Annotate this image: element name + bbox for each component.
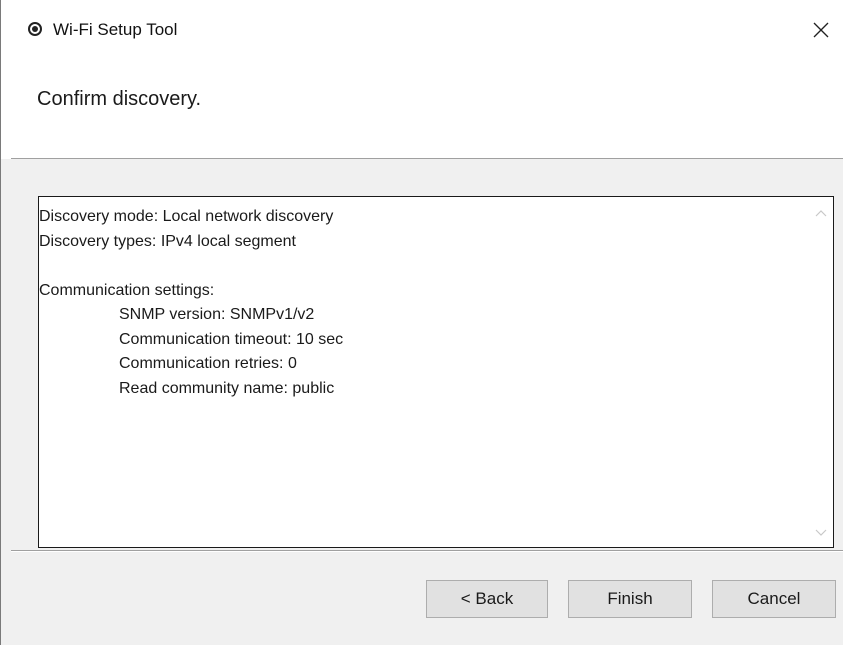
summary-lines: Discovery mode: Local network discovery D…	[39, 205, 809, 401]
finish-button[interactable]: Finish	[568, 580, 692, 618]
vertical-scrollbar[interactable]	[809, 197, 833, 547]
window-title: Wi-Fi Setup Tool	[53, 20, 178, 39]
back-button[interactable]: < Back	[426, 580, 548, 618]
summary-blank-line	[39, 254, 809, 279]
summary-line: Communication timeout: 10 sec	[119, 330, 344, 348]
summary-line: Communication retries: 0	[119, 355, 297, 372]
scroll-down-button[interactable]	[809, 523, 833, 543]
chevron-up-icon	[815, 210, 827, 217]
footer-divider-highlight	[11, 551, 843, 552]
discovery-summary-textbox[interactable]: Discovery mode: Local network discovery D…	[38, 196, 834, 548]
close-icon	[813, 22, 829, 38]
app-icon	[28, 22, 42, 36]
summary-line: Discovery mode: Local network discovery	[39, 208, 334, 225]
title-bar: Wi-Fi Setup Tool	[1, 0, 843, 64]
close-button[interactable]	[799, 10, 843, 50]
summary-line: Discovery types: IPv4 local segment	[39, 232, 296, 250]
cancel-button[interactable]: Cancel	[712, 580, 836, 618]
summary-line: Communication settings:	[39, 281, 215, 299]
wifi-setup-dialog: Wi-Fi Setup Tool Confirm discovery. Disc…	[0, 0, 843, 645]
chevron-down-icon	[815, 529, 827, 536]
scroll-up-button[interactable]	[809, 203, 833, 223]
summary-line: SNMP version: SNMPv1/v2	[119, 306, 315, 323]
page-heading: Confirm discovery.	[37, 88, 202, 110]
summary-line: Read community name: public	[119, 379, 335, 397]
